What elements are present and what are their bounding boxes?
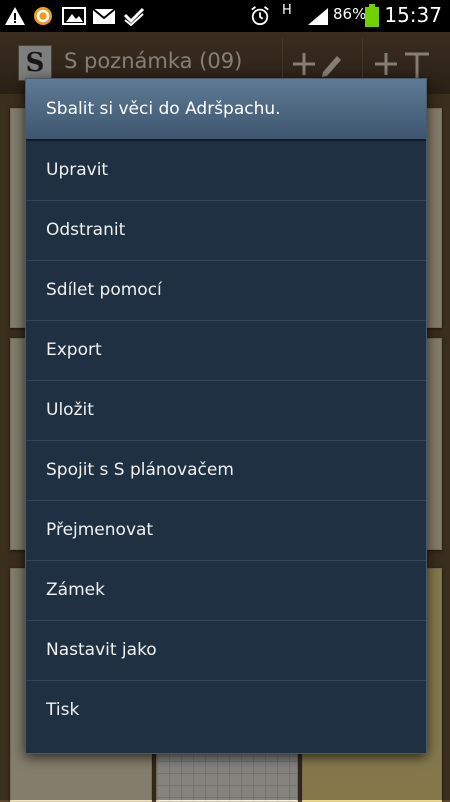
menu-item-label: Přejmenovat: [46, 520, 154, 540]
menu-item-label: Zámek: [46, 580, 105, 600]
clock: 15:37: [384, 3, 442, 27]
menu-item-label: Sdílet pomocí: [46, 280, 162, 300]
image-icon: [62, 7, 86, 25]
battery-percent: 86%: [333, 5, 367, 23]
menu-item-label: Upravit: [46, 160, 109, 180]
menu-item-sdilet-pomoci[interactable]: Sdílet pomocí: [26, 261, 426, 321]
signal-icon: [308, 8, 328, 25]
menu-item-zamek[interactable]: Zámek: [26, 561, 426, 621]
context-menu: Upravit Odstranit Sdílet pomocí Export U…: [26, 141, 426, 741]
context-menu-dialog: Sbalit si věci do Adršpachu. Upravit Ods…: [25, 78, 427, 754]
menu-item-nastavit-jako[interactable]: Nastavit jako: [26, 621, 426, 681]
menu-item-upravit[interactable]: Upravit: [26, 141, 426, 201]
menu-item-prejmenovat[interactable]: Přejmenovat: [26, 501, 426, 561]
menu-item-label: Export: [46, 340, 102, 360]
menu-item-spojit-s-planovacem[interactable]: Spojit s S plánovačem: [26, 441, 426, 501]
clipboard-check-icon: [123, 7, 145, 26]
menu-item-label: Odstranit: [46, 220, 126, 240]
status-bar: H 86% 15:37: [0, 0, 450, 32]
network-type-label: H: [282, 3, 292, 18]
warning-icon: [5, 7, 25, 25]
menu-item-label: Tisk: [46, 700, 80, 720]
battery-icon: [365, 4, 379, 27]
menu-item-label: Uložit: [46, 400, 94, 420]
menu-item-label: Nastavit jako: [46, 640, 157, 660]
menu-item-tisk[interactable]: Tisk: [26, 681, 426, 741]
dialog-title: Sbalit si věci do Adršpachu.: [46, 99, 281, 119]
dialog-title-bar: Sbalit si věci do Adršpachu.: [26, 79, 426, 141]
menu-item-odstranit[interactable]: Odstranit: [26, 201, 426, 261]
menu-item-export[interactable]: Export: [26, 321, 426, 381]
alarm-icon: [251, 6, 269, 26]
menu-item-label: Spojit s S plánovačem: [46, 460, 234, 480]
menu-item-ulozit[interactable]: Uložit: [26, 381, 426, 441]
app-notification-icon: [34, 7, 52, 25]
gmail-icon: [92, 8, 116, 24]
